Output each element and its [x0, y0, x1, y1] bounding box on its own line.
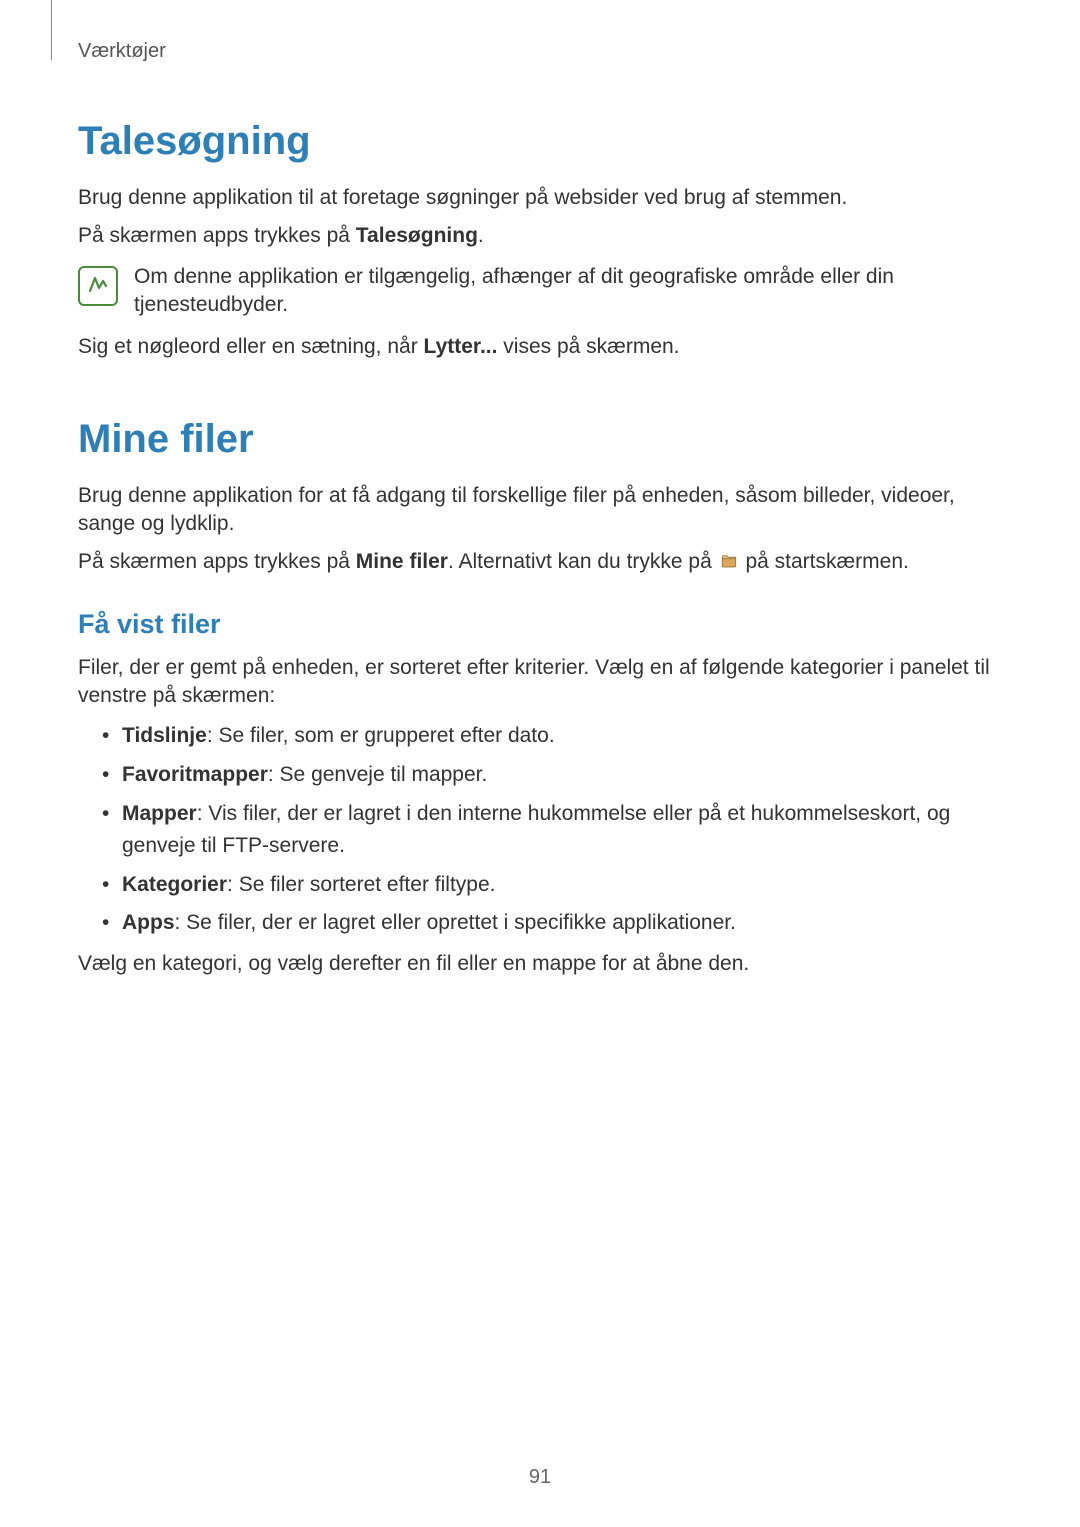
text: På skærmen apps trykkes på — [78, 550, 356, 573]
list-item: Favoritmapper: Se genveje til mapper. — [108, 759, 1002, 792]
text: På skærmen apps trykkes på — [78, 224, 356, 247]
list-text: : Vis filer, der er lagret i den interne… — [122, 802, 950, 858]
list-label: Favoritmapper — [122, 763, 268, 786]
paragraph: Vælg en kategori, og vælg derefter en fi… — [78, 950, 1002, 978]
breadcrumb: Værktøjer — [78, 40, 1002, 63]
list-label: Apps — [122, 911, 175, 934]
note-text: Om denne applikation er tilgængelig, afh… — [134, 263, 1002, 320]
bold-text: Talesøgning — [356, 224, 478, 247]
heading-talesogning: Talesøgning — [78, 119, 1002, 164]
note-icon — [78, 266, 118, 306]
list-label: Tidslinje — [122, 724, 207, 747]
note-box: Om denne applikation er tilgængelig, afh… — [78, 263, 1002, 320]
page-content: Værktøjer Talesøgning Brug denne applika… — [0, 0, 1080, 978]
subheading-fa-vist-filer: Få vist filer — [78, 609, 1002, 640]
paragraph: Brug denne applikation for at få adgang … — [78, 482, 1002, 539]
text: vises på skærmen. — [497, 335, 679, 358]
list-text: : Se filer, der er lagret eller oprettet… — [175, 911, 736, 934]
bold-text: Lytter... — [424, 335, 498, 358]
list-item: Kategorier: Se filer sorteret efter filt… — [108, 869, 1002, 902]
list-label: Kategorier — [122, 873, 227, 896]
bullet-list: Tidslinje: Se filer, som er grupperet ef… — [78, 720, 1002, 939]
text: . Alternativt kan du trykke på — [448, 550, 718, 573]
list-text: : Se filer sorteret efter filtype. — [227, 873, 495, 896]
heading-mine-filer: Mine filer — [78, 417, 1002, 462]
paragraph: Brug denne applikation til at foretage s… — [78, 184, 1002, 212]
paragraph: På skærmen apps trykkes på Talesøgning. — [78, 222, 1002, 250]
list-item: Tidslinje: Se filer, som er grupperet ef… — [108, 720, 1002, 753]
text: på startskærmen. — [740, 550, 909, 573]
list-label: Mapper — [122, 802, 197, 825]
list-text: : Se filer, som er grupperet efter dato. — [207, 724, 555, 747]
page-number: 91 — [0, 1466, 1080, 1489]
paragraph: Filer, der er gemt på enheden, er sorter… — [78, 654, 1002, 711]
paragraph: På skærmen apps trykkes på Mine filer. A… — [78, 548, 1002, 576]
text: . — [478, 224, 484, 247]
folder-icon — [720, 550, 738, 568]
paragraph: Sig et nøgleord eller en sætning, når Ly… — [78, 333, 1002, 361]
list-item: Mapper: Vis filer, der er lagret i den i… — [108, 798, 1002, 863]
list-item: Apps: Se filer, der er lagret eller opre… — [108, 907, 1002, 940]
list-text: : Se genveje til mapper. — [268, 763, 487, 786]
text: Sig et nøgleord eller en sætning, når — [78, 335, 424, 358]
left-margin-rule — [51, 0, 52, 60]
bold-text: Mine filer — [356, 550, 448, 573]
